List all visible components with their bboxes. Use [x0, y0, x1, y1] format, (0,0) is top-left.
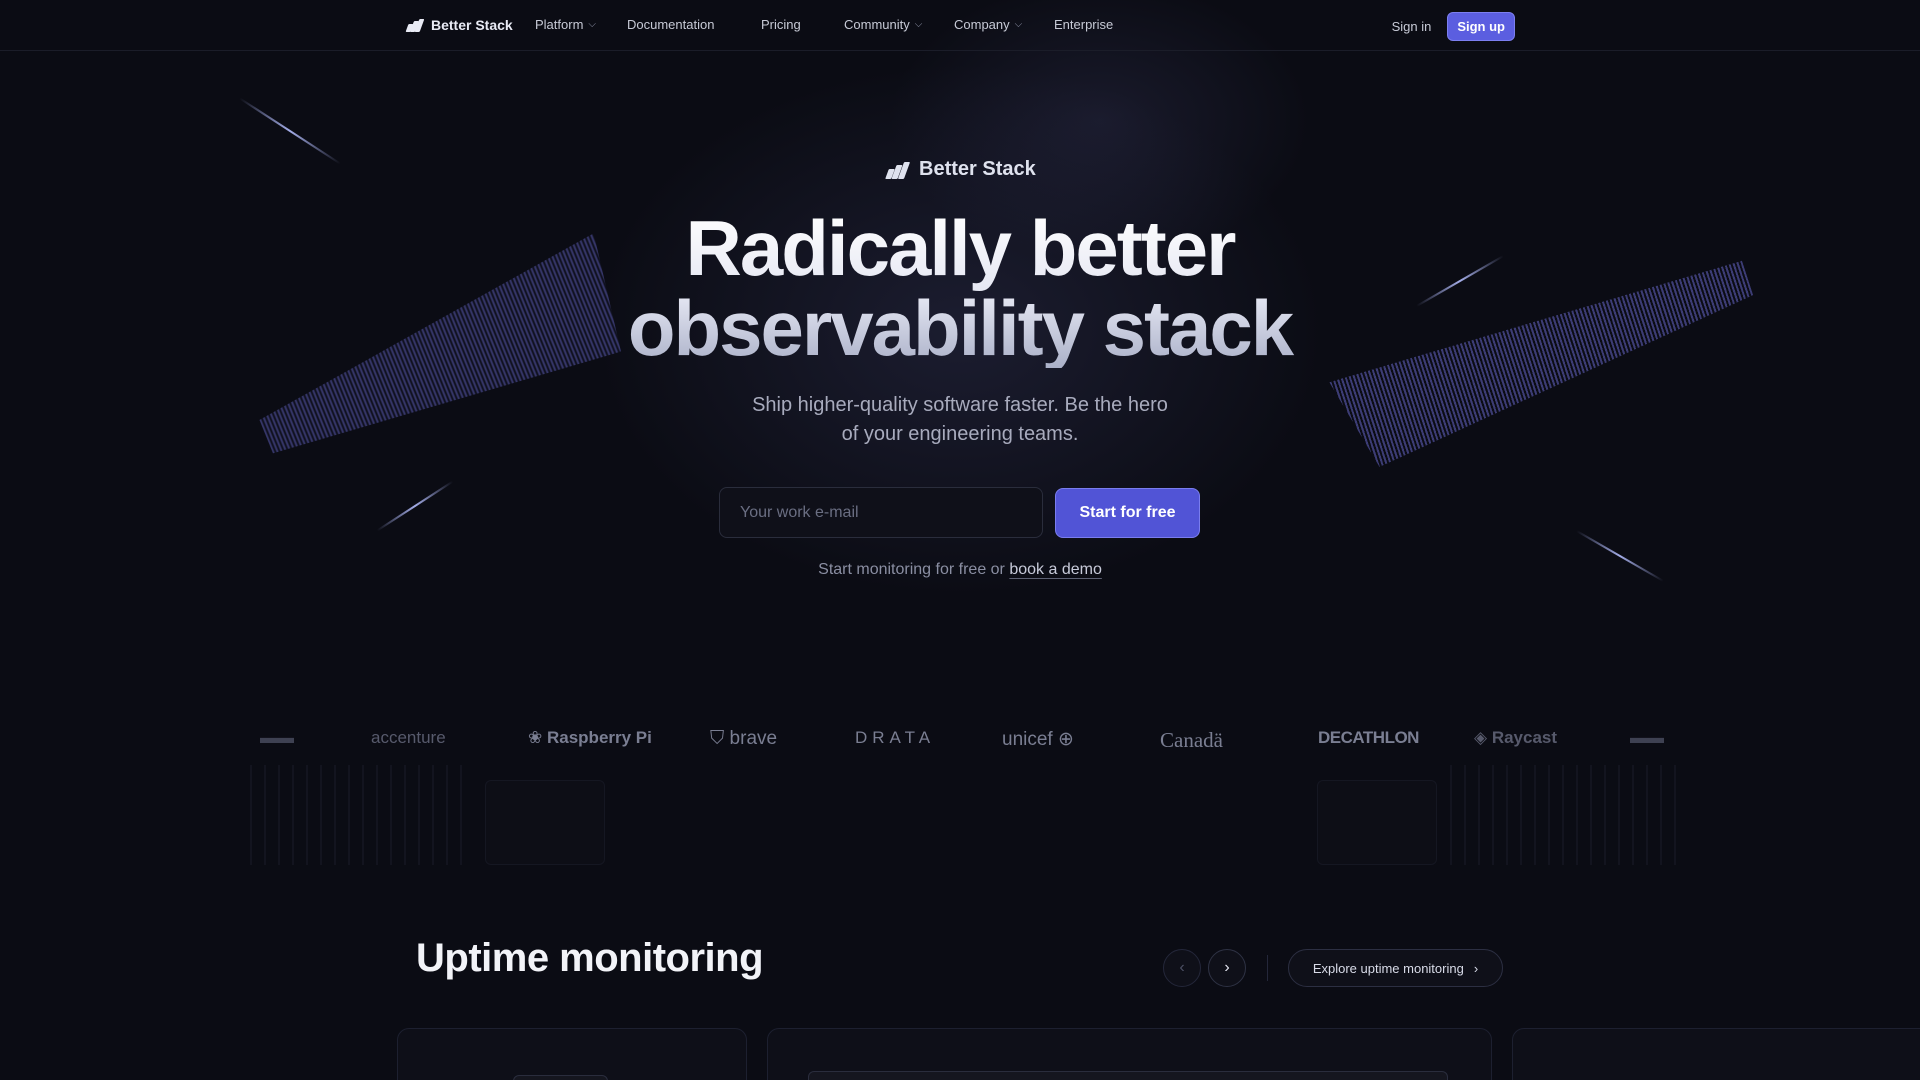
customer-logo-strip: ▬▬ accenture ❀ Raspberry Pi ⛉ brave DRAT…	[240, 728, 1680, 754]
light-streak	[376, 480, 454, 532]
chevron-right-icon: ›	[1473, 960, 1479, 976]
hero-brand-name: Better Stack	[919, 158, 1036, 180]
nav-item-platform[interactable]: Platform ⌵	[535, 17, 627, 32]
better-stack-logo-icon	[885, 161, 911, 179]
nav-item-documentation[interactable]: Documentation	[627, 17, 761, 32]
brand-name: Better Stack	[431, 17, 513, 33]
demo-prefix: Start monitoring for free or	[818, 561, 1005, 578]
headline-line-1: Radically better	[685, 204, 1235, 292]
hero-headline: Radically better observability stack	[0, 208, 1920, 368]
chevron-down-icon: ⌵	[588, 19, 596, 30]
nav-item-community[interactable]: Community ⌵	[844, 17, 954, 32]
sign-in-link[interactable]: Sign in	[1392, 19, 1432, 34]
customer-logo: unicef ⊕	[1002, 729, 1074, 750]
nav-links: Platform ⌵ Documentation Pricing Communi…	[535, 17, 1113, 32]
sign-up-button[interactable]: Sign up	[1447, 12, 1515, 41]
card-preview	[808, 1071, 1448, 1080]
card-preview	[513, 1075, 608, 1080]
top-navigation: Better Stack Platform ⌵ Documentation Pr…	[0, 0, 1920, 51]
customer-logo: accenture	[371, 728, 446, 747]
customer-logo: ⛉ brave	[710, 728, 778, 749]
email-field[interactable]	[740, 503, 1022, 522]
customer-logo: ▬▬	[1630, 728, 1664, 747]
explore-uptime-monitoring-button[interactable]: Explore uptime monitoring ›	[1288, 949, 1503, 987]
decorative-panel	[1317, 780, 1437, 865]
customer-logo: ▬▬	[260, 728, 294, 747]
customer-logo: ❀ Raspberry Pi	[528, 728, 652, 747]
email-field-wrapper	[719, 487, 1043, 538]
divider	[1267, 955, 1268, 981]
brand-logo-link[interactable]: Better Stack	[405, 17, 513, 33]
decorative-bars	[1450, 765, 1680, 865]
explore-label: Explore uptime monitoring	[1312, 960, 1464, 976]
raspberry-pi-icon: ❀	[528, 728, 543, 747]
customer-logo: Canadä	[1160, 728, 1223, 752]
nav-item-label: Platform	[535, 17, 584, 32]
subheadline-line-2: of your engineering teams.	[841, 423, 1079, 445]
headline-line-2: observability stack	[627, 284, 1293, 372]
customer-logo: DECATHLON	[1318, 728, 1419, 747]
auth-actions: Sign in Sign up	[1392, 12, 1515, 41]
feature-card	[397, 1028, 747, 1080]
nav-item-enterprise[interactable]: Enterprise	[1054, 17, 1113, 32]
chevron-down-icon: ⌵	[1014, 19, 1023, 30]
brave-lion-icon: ⛉	[710, 728, 725, 749]
hero-brand-logo: Better Stack	[885, 158, 1036, 181]
carousel-prev-button[interactable]: ‹	[1163, 949, 1201, 987]
customer-logo: DRATA	[855, 728, 936, 747]
nav-item-pricing[interactable]: Pricing	[761, 17, 844, 32]
demo-line: Start monitoring for free or book a demo	[0, 561, 1920, 579]
nav-item-label: Company	[954, 17, 1010, 32]
nav-item-label: Documentation	[627, 17, 715, 32]
customer-logo: ◈ Raycast	[1474, 728, 1558, 747]
better-stack-logo-icon	[405, 18, 425, 32]
unicef-globe-icon: ⊕	[1057, 729, 1074, 750]
raycast-icon: ◈	[1474, 728, 1488, 747]
decorative-bars	[250, 765, 470, 865]
nav-item-label: Enterprise	[1054, 17, 1114, 32]
feature-card	[1512, 1028, 1920, 1080]
start-for-free-button[interactable]: Start for free	[1055, 488, 1200, 538]
chevron-down-icon: ⌵	[914, 19, 923, 30]
nav-item-company[interactable]: Company ⌵	[954, 17, 1054, 32]
hero-subheadline: Ship higher-quality software faster. Be …	[0, 391, 1920, 449]
nav-item-label: Community	[844, 17, 910, 32]
chevron-right-icon: ›	[1224, 959, 1230, 976]
decorative-panel	[485, 780, 605, 865]
section-title: Uptime monitoring	[416, 936, 764, 980]
chevron-left-icon: ‹	[1179, 959, 1185, 976]
carousel-next-button[interactable]: ›	[1208, 949, 1246, 987]
feature-card	[767, 1028, 1492, 1080]
book-demo-link[interactable]: book a demo	[1009, 561, 1102, 578]
subheadline-line-1: Ship higher-quality software faster. Be …	[752, 394, 1168, 416]
light-streak	[239, 97, 341, 165]
nav-item-label: Pricing	[761, 17, 801, 32]
